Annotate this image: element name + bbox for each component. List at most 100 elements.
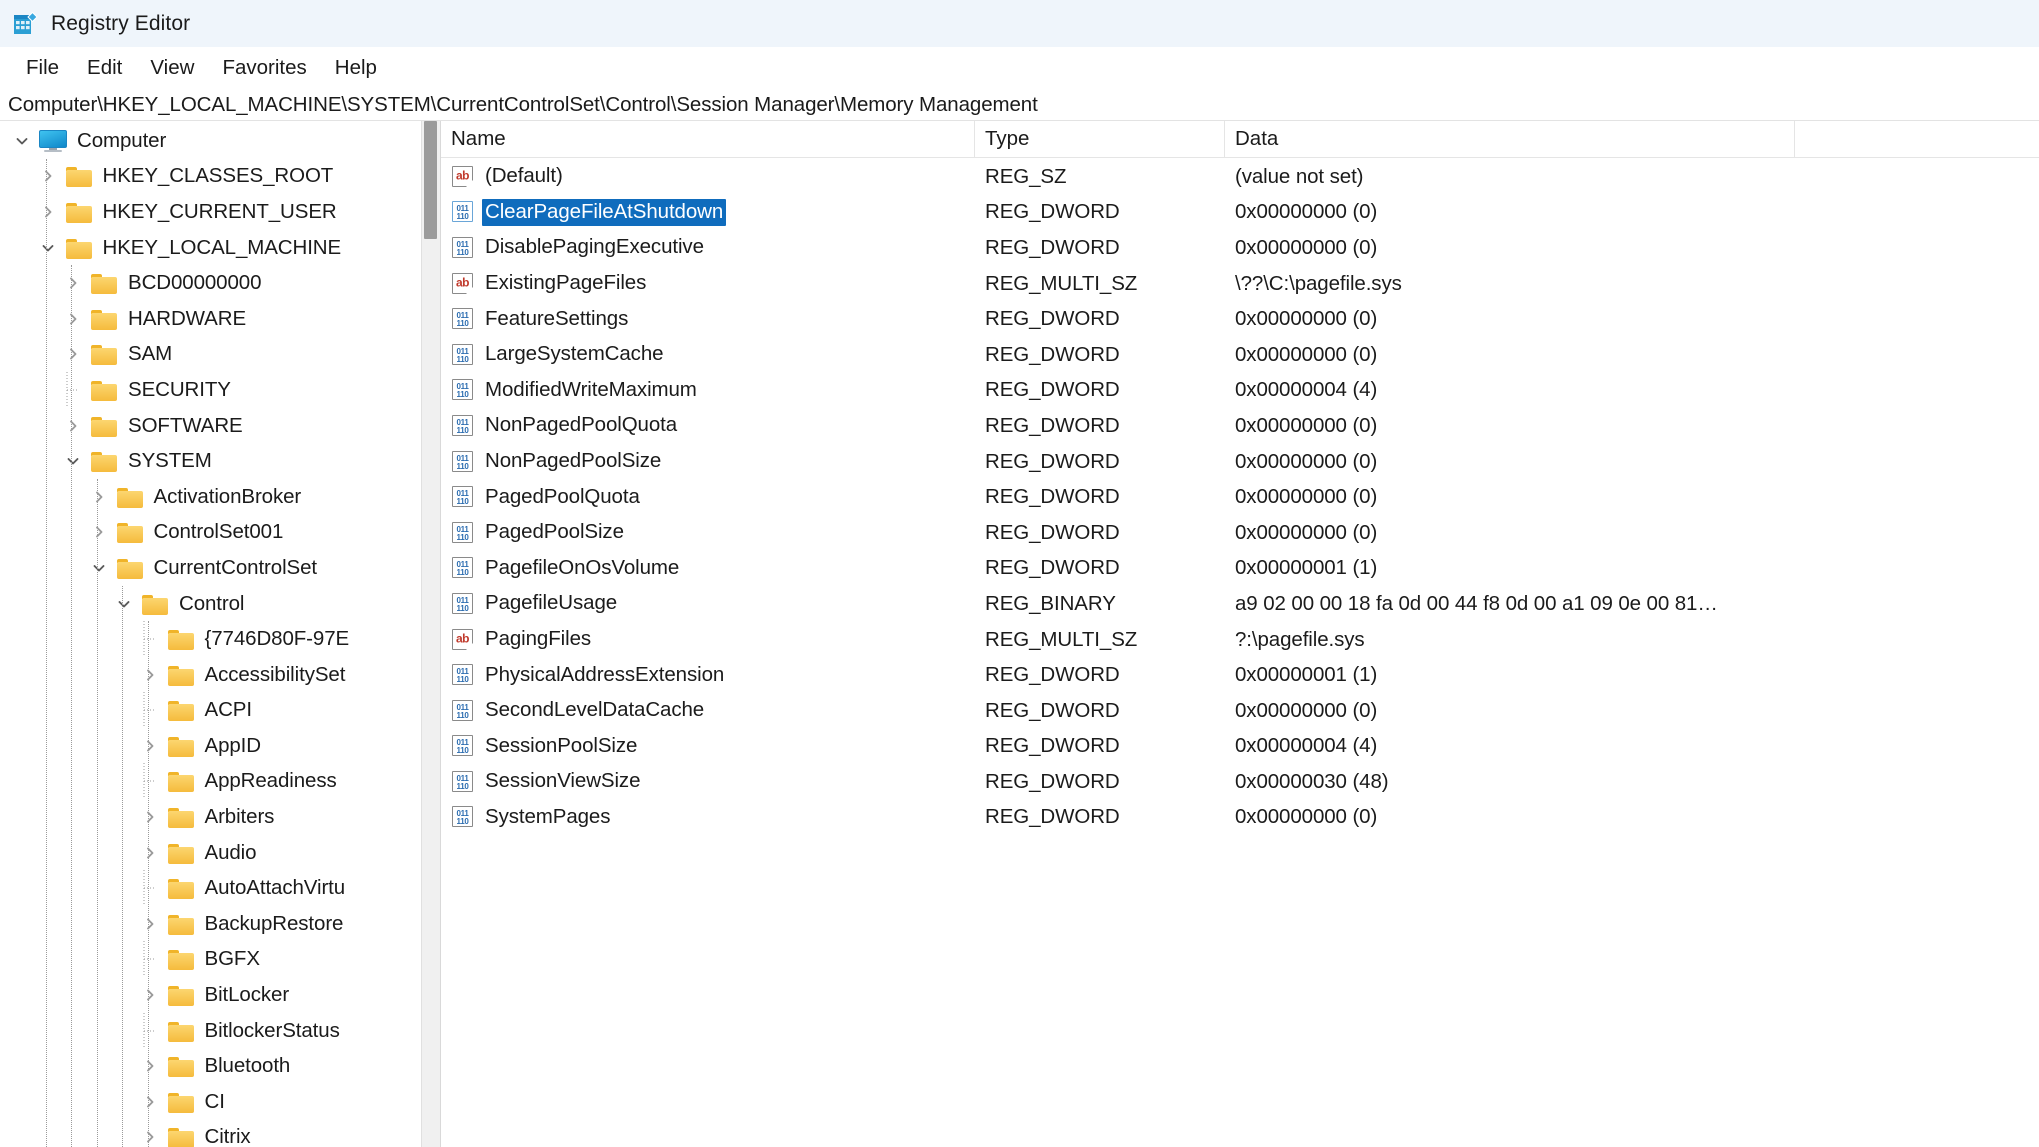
tree-item-appid[interactable]: AppID xyxy=(0,728,422,764)
values-list: ab (Default) REG_SZ (value not set) 011 110 Cl… xyxy=(441,158,2039,835)
tree-item-audio[interactable]: Audio xyxy=(0,835,422,871)
column-header-name[interactable]: Name xyxy=(441,121,975,157)
folder-icon xyxy=(166,805,196,829)
tree-item-hardware[interactable]: HARDWARE xyxy=(0,301,422,337)
tree-item-ci[interactable]: CI xyxy=(0,1084,422,1120)
chevron-right-icon[interactable] xyxy=(134,799,166,835)
tree-item-hkey-classes-root[interactable]: HKEY_CLASSES_ROOT xyxy=(0,159,422,195)
menu-favorites[interactable]: Favorites xyxy=(208,53,320,84)
chevron-right-icon[interactable] xyxy=(57,265,89,301)
tree-item-bitlockerstatus[interactable]: BitlockerStatus xyxy=(0,1012,422,1049)
chevron-right-icon[interactable] xyxy=(57,408,89,444)
folder-icon xyxy=(166,841,196,865)
chevron-down-icon[interactable] xyxy=(108,586,140,622)
value-data: (value not set) xyxy=(1235,164,1364,188)
column-header-type[interactable]: Type xyxy=(975,121,1225,157)
menu-help[interactable]: Help xyxy=(321,53,391,84)
tree-connector xyxy=(134,692,166,729)
value-row[interactable]: 011 110 SessionPoolSize REG_DWORD 0x00000004… xyxy=(441,729,2039,765)
value-row[interactable]: ab ExistingPageFiles REG_MULTI_SZ \??\C:\pa… xyxy=(441,266,2039,302)
tree-item-bluetooth[interactable]: Bluetooth xyxy=(0,1048,422,1084)
chevron-right-icon[interactable] xyxy=(83,479,115,515)
value-type: REG_DWORD xyxy=(985,769,1120,793)
tree-item-bitlocker[interactable]: BitLocker xyxy=(0,977,422,1013)
value-row[interactable]: 011 110 PagefileOnOsVolume REG_DWORD 0x00000… xyxy=(441,551,2039,587)
tree-item-bcd00000000[interactable]: BCD00000000 xyxy=(0,265,422,301)
value-row[interactable]: 011 110 SecondLevelDataCache REG_DWORD 0x000… xyxy=(441,693,2039,729)
menu-view[interactable]: View xyxy=(136,53,208,84)
chevron-down-icon[interactable] xyxy=(32,230,64,266)
chevron-right-icon[interactable] xyxy=(83,515,115,551)
chevron-right-icon[interactable] xyxy=(32,159,64,195)
tree-item-citrix[interactable]: Citrix xyxy=(0,1120,422,1147)
value-row[interactable]: 011 110 PhysicalAddressExtension REG_DWORD 0… xyxy=(441,657,2039,693)
tree-item-activationbroker[interactable]: ActivationBroker xyxy=(0,479,422,515)
chevron-right-icon[interactable] xyxy=(134,906,166,942)
value-row[interactable]: 011 110 SystemPages REG_DWORD 0x00000000 (0) xyxy=(441,800,2039,836)
tree-item-accessibilityset[interactable]: AccessibilitySet xyxy=(0,657,422,693)
value-row[interactable]: ab PagingFiles REG_MULTI_SZ ?:\pagefile.sys xyxy=(441,622,2039,658)
tree-item-hkey-current-user[interactable]: HKEY_CURRENT_USER xyxy=(0,194,422,230)
tree-item-software[interactable]: SOFTWARE xyxy=(0,408,422,444)
value-row[interactable]: 011 110 LargeSystemCache REG_DWORD 0x0000000… xyxy=(441,337,2039,373)
value-row[interactable]: ab (Default) REG_SZ (value not set) xyxy=(441,159,2039,195)
tree-item-acpi[interactable]: ACPI xyxy=(0,692,422,729)
value-name: NonPagedPoolSize xyxy=(485,449,662,473)
chevron-right-icon[interactable] xyxy=(134,835,166,871)
tree-item-system[interactable]: SYSTEM xyxy=(0,443,422,479)
tree-item-backuprestore[interactable]: BackupRestore xyxy=(0,906,422,942)
chevron-right-icon[interactable] xyxy=(57,301,89,337)
tree-item-computer[interactable]: Computer xyxy=(0,123,422,159)
value-type: REG_MULTI_SZ xyxy=(985,271,1138,295)
value-row[interactable]: 011 110 PagefileUsage REG_BINARY a9 02 00 00… xyxy=(441,586,2039,622)
value-type: REG_DWORD xyxy=(985,663,1120,687)
address-bar[interactable]: Computer\HKEY_LOCAL_MACHINE\SYSTEM\Curre… xyxy=(0,89,2039,121)
tree-item-hkey-local-machine[interactable]: HKEY_LOCAL_MACHINE xyxy=(0,230,422,266)
binary-value-icon: 011 110 xyxy=(451,699,475,723)
chevron-down-icon[interactable] xyxy=(57,443,89,479)
tree-item-label: AppID xyxy=(204,733,262,757)
tree-item-label: CI xyxy=(204,1089,225,1113)
chevron-right-icon[interactable] xyxy=(134,657,166,693)
chevron-down-icon[interactable] xyxy=(83,550,115,586)
value-row[interactable]: 011 110 ModifiedWriteMaximum REG_DWORD 0x000… xyxy=(441,373,2039,409)
tree-item-sam[interactable]: SAM xyxy=(0,337,422,373)
tree-scrollbar-thumb[interactable] xyxy=(424,121,437,239)
chevron-right-icon[interactable] xyxy=(32,194,64,230)
value-row[interactable]: 011 110 FeatureSettings REG_DWORD 0x00000000… xyxy=(441,301,2039,337)
tree-item-autoattachvirtu[interactable]: AutoAttachVirtu xyxy=(0,870,422,907)
value-row[interactable]: 011 110 NonPagedPoolSize REG_DWORD 0x0000000… xyxy=(441,444,2039,480)
tree-item-arbiters[interactable]: Arbiters xyxy=(0,799,422,835)
string-value-icon: ab xyxy=(451,272,475,296)
value-row[interactable]: 011 110 DisablePagingExecutive REG_DWORD 0x0… xyxy=(441,230,2039,266)
tree-item-control[interactable]: Control xyxy=(0,586,422,622)
tree-item-security[interactable]: SECURITY xyxy=(0,371,422,408)
chevron-down-icon[interactable] xyxy=(6,123,38,159)
tree-vertical-scrollbar[interactable] xyxy=(421,121,440,1147)
value-name-cell: 011 110 ClearPageFileAtShutdown xyxy=(441,198,975,226)
value-row[interactable]: 011 110 SessionViewSize REG_DWORD 0x00000030… xyxy=(441,764,2039,800)
chevron-right-icon[interactable] xyxy=(134,1048,166,1084)
chevron-right-icon[interactable] xyxy=(134,1084,166,1120)
chevron-right-icon[interactable] xyxy=(134,977,166,1013)
value-row[interactable]: 011 110 PagedPoolQuota REG_DWORD 0x00000000 … xyxy=(441,479,2039,515)
folder-icon xyxy=(166,663,196,687)
tree-item-label: SAM xyxy=(128,342,173,366)
chevron-right-icon[interactable] xyxy=(57,337,89,373)
value-row[interactable]: 011 110 ClearPageFileAtShutdown REG_DWORD 0x… xyxy=(441,195,2039,231)
menu-edit[interactable]: Edit xyxy=(73,53,136,84)
chevron-right-icon[interactable] xyxy=(134,728,166,764)
tree-item-currentcontrolset[interactable]: CurrentControlSet xyxy=(0,550,422,586)
tree-item--7746d80f-97e[interactable]: {7746D80F-97E xyxy=(0,621,422,658)
column-header-data[interactable]: Data xyxy=(1225,121,1795,157)
menu-file[interactable]: File xyxy=(12,53,73,84)
value-row[interactable]: 011 110 PagedPoolSize REG_DWORD 0x00000000 (… xyxy=(441,515,2039,551)
value-row[interactable]: 011 110 NonPagedPoolQuota REG_DWORD 0x000000… xyxy=(441,408,2039,444)
tree-item-bgfx[interactable]: BGFX xyxy=(0,941,422,978)
tree-item-appreadiness[interactable]: AppReadiness xyxy=(0,763,422,800)
tree-item-controlset001[interactable]: ControlSet001 xyxy=(0,515,422,551)
chevron-right-icon[interactable] xyxy=(134,1120,166,1147)
